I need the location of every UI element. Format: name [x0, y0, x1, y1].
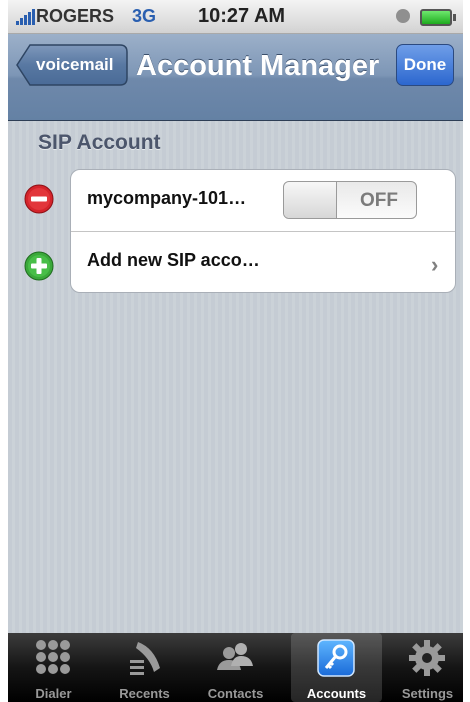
back-button-label: voicemail: [36, 55, 114, 74]
add-account-icon[interactable]: [24, 251, 54, 281]
signal-strength-icon: [16, 9, 35, 25]
tab-label-accounts: Accounts: [306, 686, 367, 701]
done-button[interactable]: Done: [396, 44, 454, 86]
page-title: Account Manager: [136, 50, 380, 82]
chevron-right-icon: ›: [431, 252, 439, 277]
account-list: mycompany-101… OFF Add new SIP acco… ›: [70, 169, 456, 293]
navigation-bar: voicemail Account Manager Done: [8, 34, 463, 121]
toggle-knob: [284, 182, 337, 218]
tab-settings[interactable]: Settings: [382, 633, 463, 702]
key-icon: [317, 639, 355, 677]
carrier-name: ROGERS: [36, 6, 115, 26]
tab-dialer[interactable]: Dialer: [8, 633, 99, 702]
accounts-content: SIP Account mycompany-101… OFF Add new S…: [8, 121, 463, 633]
recents-icon: [130, 642, 160, 675]
tab-label-settings: Settings: [401, 686, 454, 701]
rotation-lock-icon: [396, 9, 410, 23]
phone-screen: ROGERS 3G 10:27 AM voicemail Account Man…: [8, 0, 463, 702]
tab-contacts[interactable]: Contacts: [190, 633, 281, 702]
network-type: 3G: [132, 6, 157, 26]
tab-label-contacts: Contacts: [207, 686, 264, 701]
toggle-state-label: OFF: [360, 190, 398, 211]
keypad-icon: [36, 640, 70, 674]
tab-label-recents: Recents: [119, 686, 170, 701]
tab-accounts[interactable]: Accounts: [291, 633, 382, 702]
add-account-label: Add new SIP acco…: [87, 250, 260, 270]
voicemail-back-button[interactable]: voicemail: [16, 44, 128, 86]
account-name: mycompany-101…: [87, 188, 247, 208]
gear-icon: [409, 640, 445, 676]
contacts-icon: [217, 643, 253, 670]
tab-bar: Dialer Recents Contacts Accounts Setting…: [8, 633, 463, 702]
delete-account-icon[interactable]: [24, 184, 54, 214]
tab-recents[interactable]: Recents: [99, 633, 190, 702]
account-row[interactable]: mycompany-101… OFF: [71, 170, 455, 232]
status-bar: ROGERS 3G 10:27 AM: [8, 0, 463, 34]
battery-icon: [420, 9, 456, 26]
add-account-row[interactable]: Add new SIP acco… ›: [71, 232, 455, 293]
account-enable-toggle[interactable]: OFF: [283, 181, 417, 219]
section-header: SIP Account: [38, 131, 161, 154]
tab-label-dialer: Dialer: [35, 686, 72, 701]
status-time: 10:27 AM: [198, 5, 286, 27]
